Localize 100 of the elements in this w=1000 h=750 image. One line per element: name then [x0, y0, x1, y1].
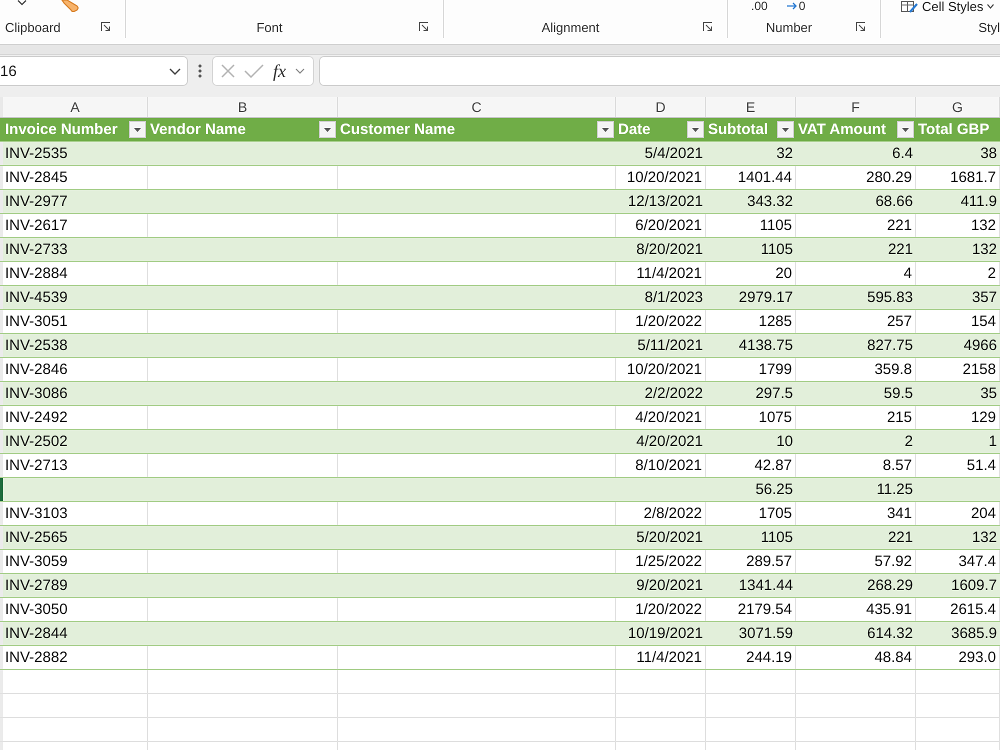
brush-icon[interactable] [60, 0, 80, 12]
dialog-launcher-icon[interactable] [703, 22, 713, 32]
cross-icon[interactable] [221, 64, 235, 78]
filter-button[interactable] [897, 121, 914, 138]
table-cell: 341 [796, 502, 916, 525]
filter-button[interactable] [319, 121, 336, 138]
table-cell: 280.29 [796, 166, 916, 189]
column-title: VAT Amount [798, 121, 886, 138]
table-cell: 215 [796, 406, 916, 429]
table-cell: INV-2492 [3, 406, 148, 429]
table-cell-text: INV-2535 [4, 144, 69, 164]
table-cell-text: INV-2977 [4, 192, 69, 212]
table-cell-text: 59.5 [882, 384, 914, 404]
dropdown-arrow-icon [134, 128, 141, 132]
dialog-launcher-icon[interactable] [101, 22, 111, 32]
dialog-launcher-icon[interactable] [856, 22, 866, 32]
filter-button[interactable] [777, 121, 794, 138]
formula-input[interactable] [319, 56, 1000, 86]
table-cell-text: 268.29 [866, 576, 914, 596]
table-cell: 204 [916, 502, 1000, 525]
chevron-down-icon [169, 68, 181, 74]
table-cell-text: 8/1/2023 [644, 288, 704, 308]
table-cell: 1075 [706, 406, 796, 429]
dropdown-arrow-icon [602, 128, 609, 132]
filter-button[interactable] [687, 121, 704, 138]
table-cell: INV-2845 [3, 166, 148, 189]
table-cell: INV-2713 [3, 454, 148, 477]
table-cell: 221 [796, 214, 916, 237]
table-cell: 154 [916, 310, 1000, 333]
table-cell: 1401.44 [706, 166, 796, 189]
column-title: Customer Name [340, 121, 456, 138]
table-cell: INV-3059 [3, 550, 148, 573]
check-icon[interactable] [244, 64, 264, 78]
dialog-launcher-icon[interactable] [419, 22, 429, 32]
table-cell: 132 [916, 214, 1000, 237]
table-cell-text: INV-2538 [4, 336, 69, 356]
table-cell: INV-3103 [3, 502, 148, 525]
table-cell: 10/20/2021 [616, 358, 706, 381]
table-cell-text: 10/19/2021 [626, 624, 704, 644]
table-cell: 4/20/2021 [616, 406, 706, 429]
group-label: Font [255, 20, 284, 34]
column-header[interactable]: A [3, 97, 148, 117]
column-header[interactable]: G [916, 97, 1000, 117]
table-cell-text: INV-3086 [4, 384, 69, 404]
table-cell-text: INV-4539 [4, 288, 69, 308]
table-cell: 1105 [706, 214, 796, 237]
table-cell: 347.4 [916, 550, 1000, 573]
arrow-right-icon [786, 2, 798, 10]
table-cell: 57.92 [796, 550, 916, 573]
column-title: Date [618, 121, 651, 138]
table-cell: INV-2882 [3, 646, 148, 669]
table-cell-text: 132 [970, 528, 998, 548]
table-cell-text: 1105 [760, 528, 794, 548]
decimal-button[interactable]: 0 [786, 0, 806, 12]
chevron-down-icon [987, 4, 994, 9]
table-cell: 4 [796, 262, 916, 285]
table-cell-text: 297.5 [754, 384, 794, 404]
table-cell-text: 827.75 [866, 336, 914, 356]
table-cell: 289.57 [706, 550, 796, 573]
column-header[interactable]: C [338, 97, 616, 117]
table-cell: 129 [916, 406, 1000, 429]
table-cell: 2 [916, 262, 1000, 285]
table-cell: 2179.54 [706, 598, 796, 621]
table-cell-text: 4138.75 [738, 336, 794, 356]
table-cell-text: 2979.17 [738, 288, 794, 308]
table-cell-text: 6.4 [891, 144, 914, 164]
filter-button[interactable] [597, 121, 614, 138]
table-cell: 1/20/2022 [616, 310, 706, 333]
column-title: Total GBP [918, 121, 990, 138]
column-header[interactable]: B [148, 97, 338, 117]
table-cell-text: 56.25 [754, 480, 794, 500]
cell-styles-button[interactable]: Cell Styles [901, 0, 994, 13]
table-cell-text: 1 [988, 432, 998, 452]
table-cell-text: 5/11/2021 [636, 336, 704, 356]
group-label: Styl [977, 20, 1000, 34]
table-cell-text: 1341.44 [738, 576, 794, 596]
insert-function-button[interactable]: fx [273, 62, 286, 80]
table-cell: 8/10/2021 [616, 454, 706, 477]
row-header[interactable] [0, 478, 3, 501]
table-cell: 2615.4 [916, 598, 1000, 621]
column-header[interactable]: F [796, 97, 916, 117]
table-cell: 2158 [916, 358, 1000, 381]
table-cell: 11/4/2021 [616, 646, 706, 669]
vertical-dots-icon[interactable] [198, 64, 202, 78]
filter-button[interactable] [129, 121, 146, 138]
table-cell-text: 5/20/2021 [635, 528, 704, 548]
table-cell: 48.84 [796, 646, 916, 669]
dropdown-arrow-icon [902, 128, 909, 132]
column-header[interactable]: D [616, 97, 706, 117]
chevron-down-icon[interactable] [17, 0, 27, 6]
table-cell-text: 12/13/2021 [626, 192, 704, 212]
dropdown-arrow-icon [324, 128, 331, 132]
column-title: Subtotal [708, 121, 768, 138]
table-cell: 20 [706, 262, 796, 285]
column-header[interactable]: E [706, 97, 796, 117]
name-box[interactable]: 16 [0, 56, 188, 86]
table-cell: INV-2884 [3, 262, 148, 285]
table-cell-text: 8/20/2021 [635, 240, 704, 260]
table-cell-text: 595.83 [866, 288, 914, 308]
decimal-button[interactable]: .00 [751, 0, 768, 12]
